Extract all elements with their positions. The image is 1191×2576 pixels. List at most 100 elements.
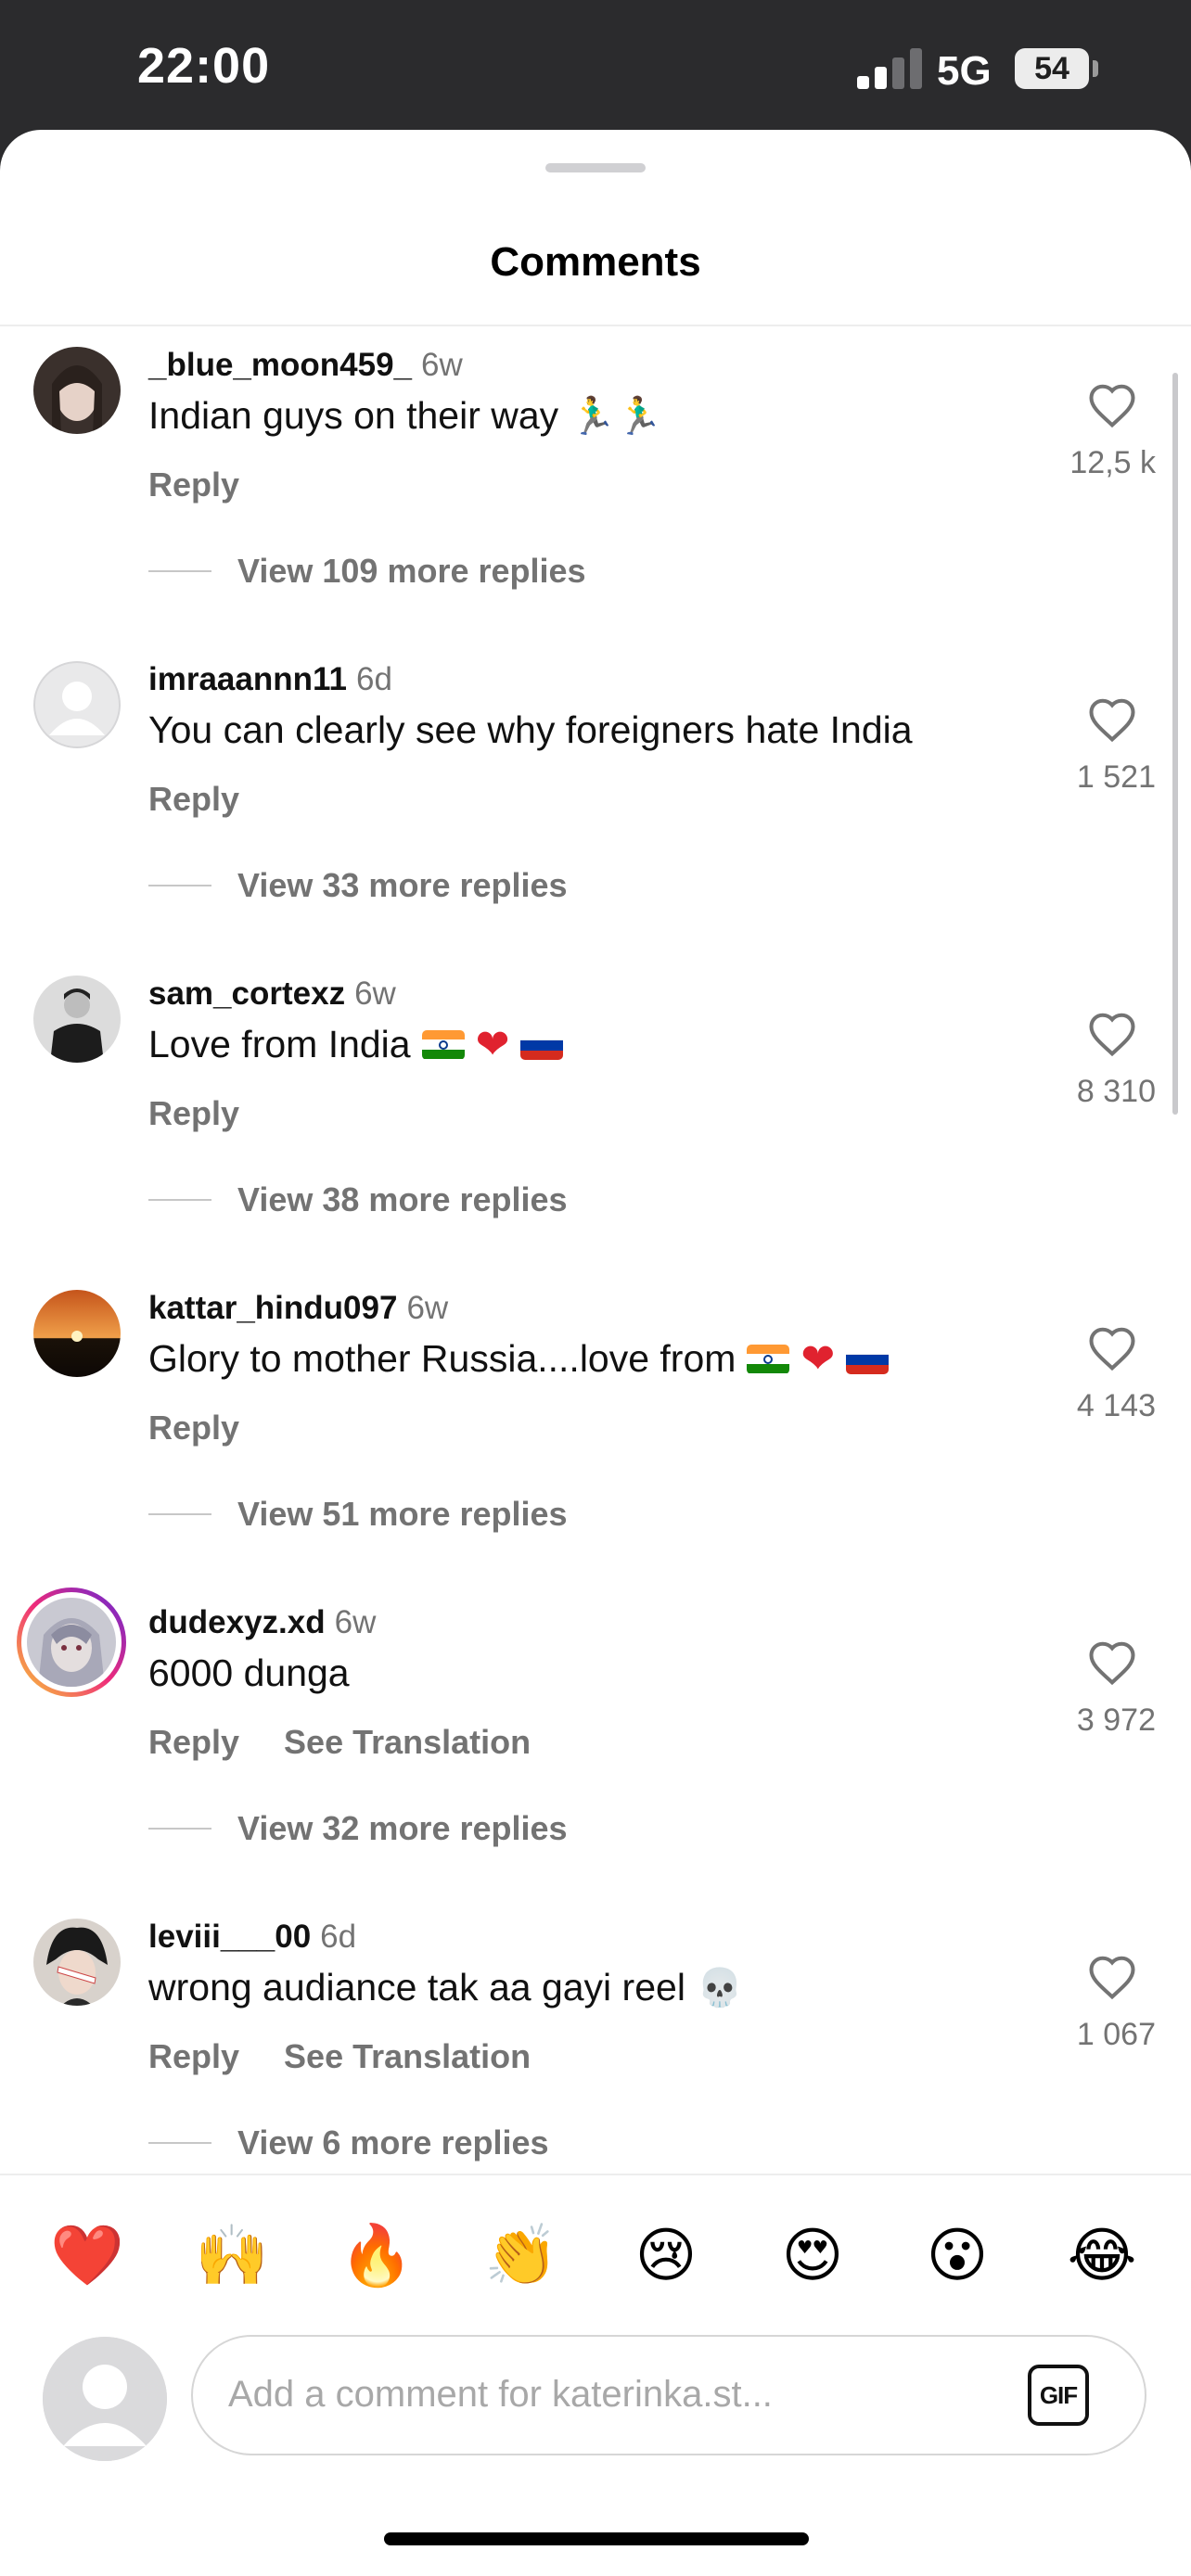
comment-item: dudexyz.xd 6w 6000 dunga Reply See Transla… (0, 1584, 1191, 1898)
comment-time: 6w (334, 1604, 377, 1640)
heart-icon[interactable] (1087, 1325, 1137, 1371)
crying-face-reaction[interactable]: 😢 (620, 2211, 712, 2300)
running-man-emoji: 🏃‍♂️🏃‍♂️ (570, 396, 662, 437)
comment-item: imraaannn11 6d You can clearly see why fo… (0, 641, 1191, 955)
network-type: 5G (937, 48, 992, 94)
view-replies-label: View 33 more replies (237, 866, 568, 904)
heart-icon[interactable] (1087, 1011, 1137, 1057)
comment-actions: Reply (148, 1409, 239, 1447)
heart-icon[interactable] (1087, 696, 1137, 743)
like-count: 8 310 (1076, 1074, 1156, 1109)
sheet-grabber[interactable] (545, 163, 646, 172)
comment-username[interactable]: imraaannn11 (148, 661, 347, 697)
user-avatar (43, 2337, 167, 2461)
comment-text: wrong audiance tak aa gayi reel 💀 (148, 1966, 743, 2009)
comment-actions: Reply (148, 465, 239, 504)
view-replies-button[interactable]: View 51 more replies (148, 1495, 568, 1534)
comment-username[interactable]: _blue_moon459_ (148, 347, 412, 383)
like-count: 4 143 (1076, 1388, 1156, 1423)
avatar[interactable] (33, 1290, 121, 1377)
view-replies-label: View 32 more replies (237, 1809, 568, 1847)
see-translation-button[interactable]: See Translation (284, 1723, 531, 1761)
red-heart-emoji: ❤ (475, 1021, 510, 1067)
view-replies-button[interactable]: View 6 more replies (148, 2123, 549, 2162)
heart-icon[interactable] (1087, 1639, 1137, 1686)
view-replies-label: View 51 more replies (237, 1495, 568, 1533)
comment-item: sam_cortexz 6w Love from India ❤ Reply 8 … (0, 955, 1191, 1269)
replies-line (148, 570, 211, 572)
comment-time: 6w (421, 347, 463, 383)
comment-username[interactable]: dudexyz.xd (148, 1604, 326, 1640)
reply-button[interactable]: Reply (148, 1723, 239, 1761)
avatar-story-ring[interactable] (17, 1588, 126, 1697)
comment-actions: Reply See Translation (148, 1723, 531, 1762)
battery-icon: 54 (1015, 48, 1089, 89)
view-replies-button[interactable]: View 109 more replies (148, 552, 586, 591)
status-bar: 22:00 5G 54 (0, 0, 1191, 139)
comment-body: Indian guys on their way (148, 394, 559, 437)
comment-header: imraaannn11 6d (148, 661, 392, 698)
india-flag-emoji (421, 1029, 465, 1060)
view-replies-button[interactable]: View 32 more replies (148, 1809, 568, 1848)
reply-button[interactable]: Reply (148, 2037, 239, 2075)
comment-text: You can clearly see why foreigners hate … (148, 708, 913, 752)
home-indicator[interactable] (384, 2532, 809, 2545)
view-replies-label: View 109 more replies (237, 552, 586, 590)
heart-icon[interactable] (1087, 1954, 1137, 2000)
comment-username[interactable]: sam_cortexz (148, 976, 345, 1012)
like-count: 1 521 (1076, 759, 1156, 795)
view-replies-button[interactable]: View 38 more replies (148, 1180, 568, 1219)
gif-button[interactable]: GIF (1028, 2365, 1089, 2426)
comment-item: leviii___00 6d wrong audiance tak aa gayi… (0, 1898, 1191, 2213)
comment-header: dudexyz.xd 6w (148, 1604, 376, 1641)
comment-text: 6000 dunga (148, 1651, 350, 1695)
comment-time: 6w (354, 976, 396, 1012)
comment-body: 6000 dunga (148, 1651, 350, 1694)
comment-item: _blue_moon459_ 6w Indian guys on their wa… (0, 326, 1191, 641)
comment-header: sam_cortexz 6w (148, 976, 396, 1013)
replies-line (148, 885, 211, 886)
comment-username[interactable]: kattar_hindu097 (148, 1290, 397, 1326)
replies-line (148, 2142, 211, 2144)
laughing-face-reaction[interactable]: 😂 (1056, 2211, 1148, 2300)
reply-button[interactable]: Reply (148, 465, 239, 504)
clapping-hands-reaction[interactable]: 👏 (475, 2211, 568, 2300)
comment-input[interactable]: Add a comment for katerinka.st... GIF (191, 2335, 1146, 2455)
divider (0, 2174, 1191, 2175)
red-heart-reaction[interactable]: ❤️ (41, 2211, 134, 2300)
reply-button[interactable]: Reply (148, 1094, 239, 1132)
replies-line (148, 1828, 211, 1830)
battery-level: 54 (1034, 51, 1069, 86)
comment-header: kattar_hindu097 6w (148, 1290, 448, 1327)
status-time: 22:00 (137, 38, 271, 94)
fire-reaction[interactable]: 🔥 (330, 2211, 423, 2300)
surprised-face-reaction[interactable]: 😮 (911, 2211, 1004, 2300)
view-replies-button[interactable]: View 33 more replies (148, 866, 568, 905)
comment-body: You can clearly see why foreigners hate … (148, 708, 913, 751)
reply-button[interactable]: Reply (148, 780, 239, 818)
comment-item: kattar_hindu097 6w Glory to mother Russia… (0, 1269, 1191, 1584)
replies-line (148, 1199, 211, 1201)
heart-eyes-reaction[interactable]: 😍 (766, 2211, 859, 2300)
heart-icon[interactable] (1087, 382, 1137, 428)
like-count: 1 067 (1076, 2017, 1156, 2052)
skull-emoji: 💀 (696, 1968, 743, 2009)
india-flag-emoji (747, 1344, 790, 1374)
avatar[interactable] (33, 1919, 121, 2006)
see-translation-button[interactable]: See Translation (284, 2037, 531, 2075)
russia-flag-emoji (520, 1029, 564, 1060)
comment-text: Indian guys on their way 🏃‍♂️🏃‍♂️ (148, 394, 662, 438)
raising-hands-reaction[interactable]: 🙌 (186, 2211, 278, 2300)
reply-button[interactable]: Reply (148, 1409, 239, 1447)
comment-time: 6w (406, 1290, 449, 1326)
comment-time: 6d (356, 661, 392, 697)
red-heart-emoji: ❤ (800, 1335, 836, 1382)
avatar[interactable] (33, 976, 121, 1063)
cellular-signal-icon (857, 46, 922, 89)
comment-actions: Reply See Translation (148, 2037, 531, 2076)
comment-username[interactable]: leviii___00 (148, 1919, 311, 1955)
avatar[interactable] (33, 347, 121, 434)
like-count: 3 972 (1076, 1702, 1156, 1738)
avatar[interactable] (33, 661, 121, 748)
comment-time: 6d (320, 1919, 357, 1955)
